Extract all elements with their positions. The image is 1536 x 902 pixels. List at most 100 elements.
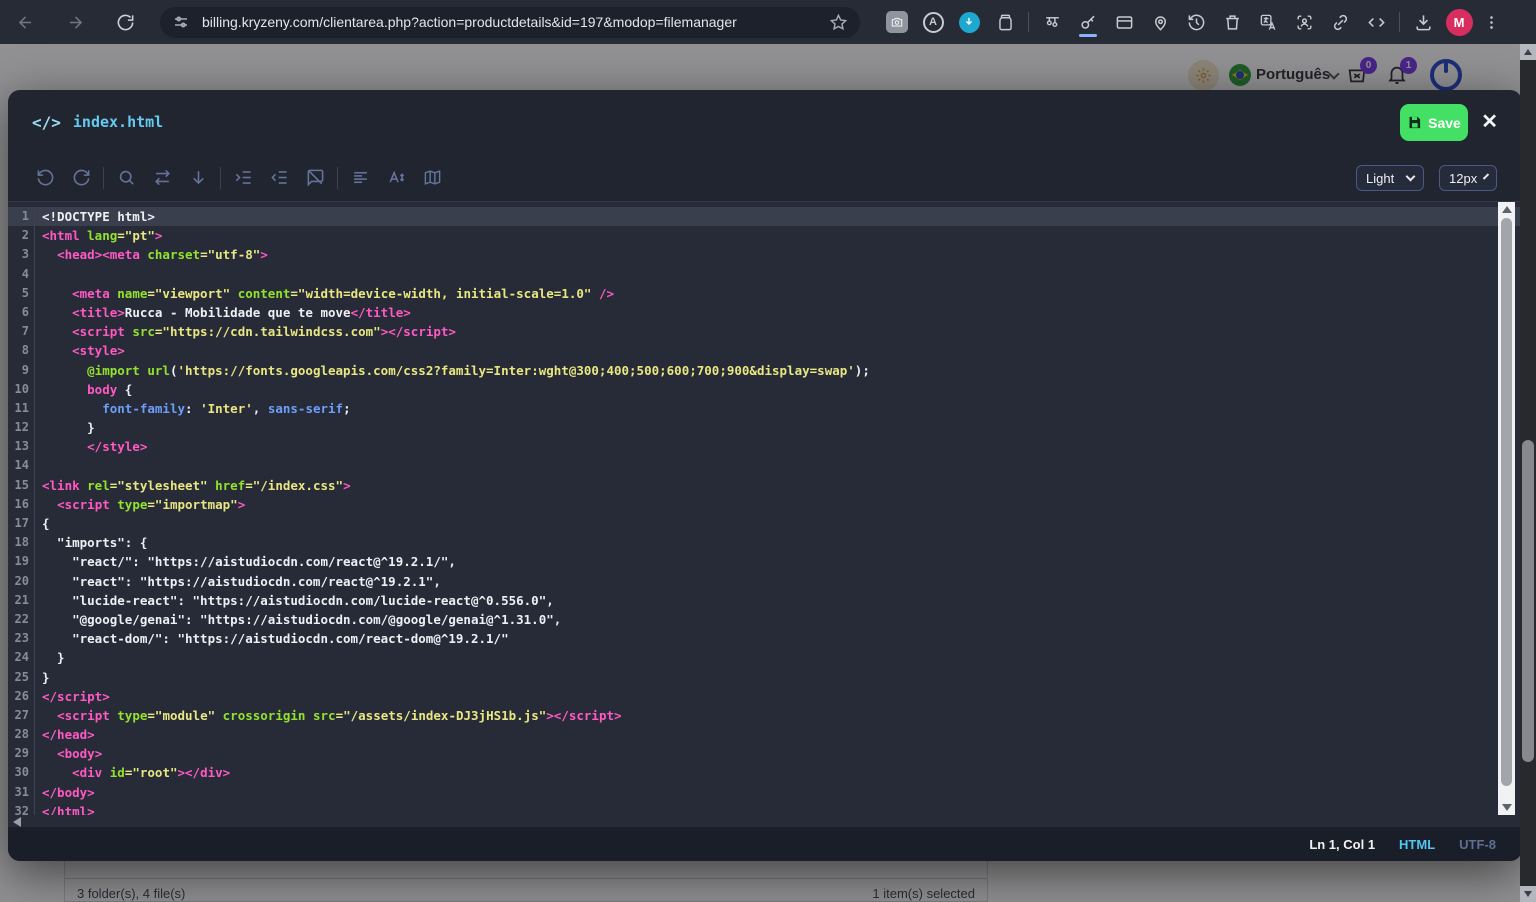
code-line[interactable]: 25} bbox=[8, 668, 1522, 687]
indent-icon[interactable] bbox=[225, 163, 261, 193]
forward-button[interactable] bbox=[58, 5, 92, 39]
code-line[interactable]: 29 <body> bbox=[8, 744, 1522, 763]
redo-icon[interactable] bbox=[63, 163, 99, 193]
profile-avatar[interactable]: M bbox=[1441, 5, 1477, 39]
back-button[interactable] bbox=[8, 5, 42, 39]
down-arrow-icon bbox=[1524, 891, 1532, 897]
toolbar-separator bbox=[1399, 12, 1400, 32]
bookmark-star-icon[interactable] bbox=[829, 13, 848, 32]
code-line-content bbox=[35, 456, 42, 475]
location-pin-extension-icon[interactable] bbox=[1142, 5, 1178, 39]
save-button[interactable]: Save bbox=[1400, 104, 1468, 141]
translate-extension-icon[interactable] bbox=[1250, 5, 1286, 39]
code-line[interactable]: 32</html> bbox=[8, 802, 1522, 815]
scan-extension-icon[interactable] bbox=[1286, 5, 1322, 39]
code-line[interactable]: 10 body { bbox=[8, 380, 1522, 399]
line-number: 20 bbox=[8, 572, 35, 591]
download-extension-icon[interactable] bbox=[951, 5, 987, 39]
encoding[interactable]: UTF-8 bbox=[1459, 837, 1496, 852]
code-line[interactable]: 23 "react-dom/": "https://aistudiocdn.co… bbox=[8, 629, 1522, 648]
code-line[interactable]: 6 <title>Rucca - Mobilidade que te move<… bbox=[8, 303, 1522, 322]
scroll-up-arrow[interactable] bbox=[1502, 206, 1512, 213]
code-line-content: "react": "https://aistudiocdn.com/react@… bbox=[35, 572, 441, 591]
url-text[interactable]: billing.kryzeny.com/clientarea.php?actio… bbox=[202, 14, 821, 30]
scroll-down-arrow[interactable] bbox=[1502, 804, 1512, 811]
avatar: M bbox=[1446, 9, 1473, 36]
grammar-extension-icon[interactable]: A bbox=[915, 5, 951, 39]
site-info-icon[interactable] bbox=[172, 13, 190, 31]
code-line[interactable]: 15<link rel="stylesheet" href="/index.cs… bbox=[8, 476, 1522, 495]
scrollbar-up-button[interactable] bbox=[1520, 44, 1536, 60]
code-line[interactable]: 30 <div id="root"></div> bbox=[8, 763, 1522, 782]
code-line-content: </head> bbox=[35, 725, 95, 744]
code-line[interactable]: 9 @import url('https://fonts.googleapis.… bbox=[8, 361, 1522, 380]
toggle-comment-icon[interactable] bbox=[297, 163, 333, 193]
language-mode[interactable]: HTML bbox=[1399, 837, 1435, 852]
code-line-content: </body> bbox=[35, 783, 95, 802]
outdent-icon[interactable] bbox=[261, 163, 297, 193]
code-line[interactable]: 13 </style> bbox=[8, 437, 1522, 456]
close-icon[interactable]: ✕ bbox=[1481, 110, 1498, 134]
search-icon[interactable] bbox=[108, 163, 144, 193]
code-line[interactable]: 27 <script type="module" crossorigin src… bbox=[8, 706, 1522, 725]
editor-horizontal-scrollbar[interactable] bbox=[8, 815, 1522, 827]
browser-scrollbar-thumb[interactable] bbox=[1522, 440, 1534, 762]
code-line[interactable]: 7 <script src="https://cdn.tailwindcss.c… bbox=[8, 322, 1522, 341]
editor-status-bar: Ln 1, Col 1 HTML UTF-8 bbox=[8, 827, 1522, 861]
url-bar[interactable]: billing.kryzeny.com/clientarea.php?actio… bbox=[160, 7, 860, 38]
code-line[interactable]: 1<!DOCTYPE html> bbox=[8, 207, 1522, 226]
history-extension-icon[interactable] bbox=[1178, 5, 1214, 39]
code-line[interactable]: 16 <script type="importmap"> bbox=[8, 495, 1522, 514]
menu-kebab-icon[interactable] bbox=[1477, 5, 1505, 39]
keyring-extension-icon[interactable] bbox=[1034, 5, 1070, 39]
code-line[interactable]: 11 font-family: 'Inter', sans-serif; bbox=[8, 399, 1522, 418]
line-number: 3 bbox=[8, 245, 35, 264]
code-line[interactable]: 2<html lang="pt"> bbox=[8, 226, 1522, 245]
code-line[interactable]: 28</head> bbox=[8, 725, 1522, 744]
code-editor-area[interactable]: 1<!DOCTYPE html>2<html lang="pt">3 <head… bbox=[8, 202, 1522, 815]
code-line[interactable]: 20 "react": "https://aistudiocdn.com/rea… bbox=[8, 572, 1522, 591]
reload-button[interactable] bbox=[108, 5, 142, 39]
format-icon[interactable] bbox=[342, 163, 378, 193]
code-line[interactable]: 12 } bbox=[8, 418, 1522, 437]
line-number: 19 bbox=[8, 552, 35, 571]
payment-card-extension-icon[interactable] bbox=[1106, 5, 1142, 39]
replace-icon[interactable] bbox=[144, 163, 180, 193]
theme-select[interactable]: Light bbox=[1356, 165, 1424, 191]
browser-scrollbar[interactable] bbox=[1520, 44, 1536, 902]
goto-line-icon[interactable] bbox=[180, 163, 216, 193]
code-line[interactable]: 5 <meta name="viewport" content="width=d… bbox=[8, 284, 1522, 303]
forward-icon bbox=[66, 13, 85, 32]
link-extension-icon[interactable] bbox=[1322, 5, 1358, 39]
code-line[interactable]: 22 "@google/genai": "https://aistudiocdn… bbox=[8, 610, 1522, 629]
screenshot-extension-icon[interactable] bbox=[879, 5, 915, 39]
scrollbar-thumb[interactable] bbox=[1501, 218, 1512, 786]
downloads-icon[interactable] bbox=[1405, 5, 1441, 39]
code-line[interactable]: 31</body> bbox=[8, 783, 1522, 802]
trash-extension-icon[interactable] bbox=[1214, 5, 1250, 39]
font-size-select[interactable]: 12px bbox=[1439, 165, 1497, 191]
line-number: 5 bbox=[8, 284, 35, 303]
code-line[interactable]: 19 "react/": "https://aistudiocdn.com/re… bbox=[8, 552, 1522, 571]
jar-extension-icon[interactable] bbox=[987, 5, 1023, 39]
scrollbar-down-button[interactable] bbox=[1520, 886, 1536, 902]
code-line[interactable]: 26</script> bbox=[8, 687, 1522, 706]
undo-icon[interactable] bbox=[27, 163, 63, 193]
password-key-extension-icon[interactable] bbox=[1070, 5, 1106, 39]
code-line[interactable]: 17{ bbox=[8, 514, 1522, 533]
code-line-content: } bbox=[35, 648, 65, 667]
code-line[interactable]: 4 bbox=[8, 265, 1522, 284]
code-line[interactable]: 21 "lucide-react": "https://aistudiocdn.… bbox=[8, 591, 1522, 610]
code-line[interactable]: 3 <head><meta charset="utf-8"> bbox=[8, 245, 1522, 264]
code-line[interactable]: 14 bbox=[8, 456, 1522, 475]
font-size-icon[interactable] bbox=[378, 163, 414, 193]
code-extension-icon[interactable] bbox=[1358, 5, 1394, 39]
code-line-content: <html lang="pt"> bbox=[35, 226, 162, 245]
chevron-down-icon bbox=[1483, 173, 1489, 179]
minimap-icon[interactable] bbox=[414, 163, 450, 193]
scroll-left-arrow[interactable] bbox=[13, 817, 21, 827]
code-line[interactable]: 8 <style> bbox=[8, 341, 1522, 360]
code-line[interactable]: 18 "imports": { bbox=[8, 533, 1522, 552]
editor-vertical-scrollbar[interactable] bbox=[1498, 202, 1515, 815]
code-line[interactable]: 24 } bbox=[8, 648, 1522, 667]
